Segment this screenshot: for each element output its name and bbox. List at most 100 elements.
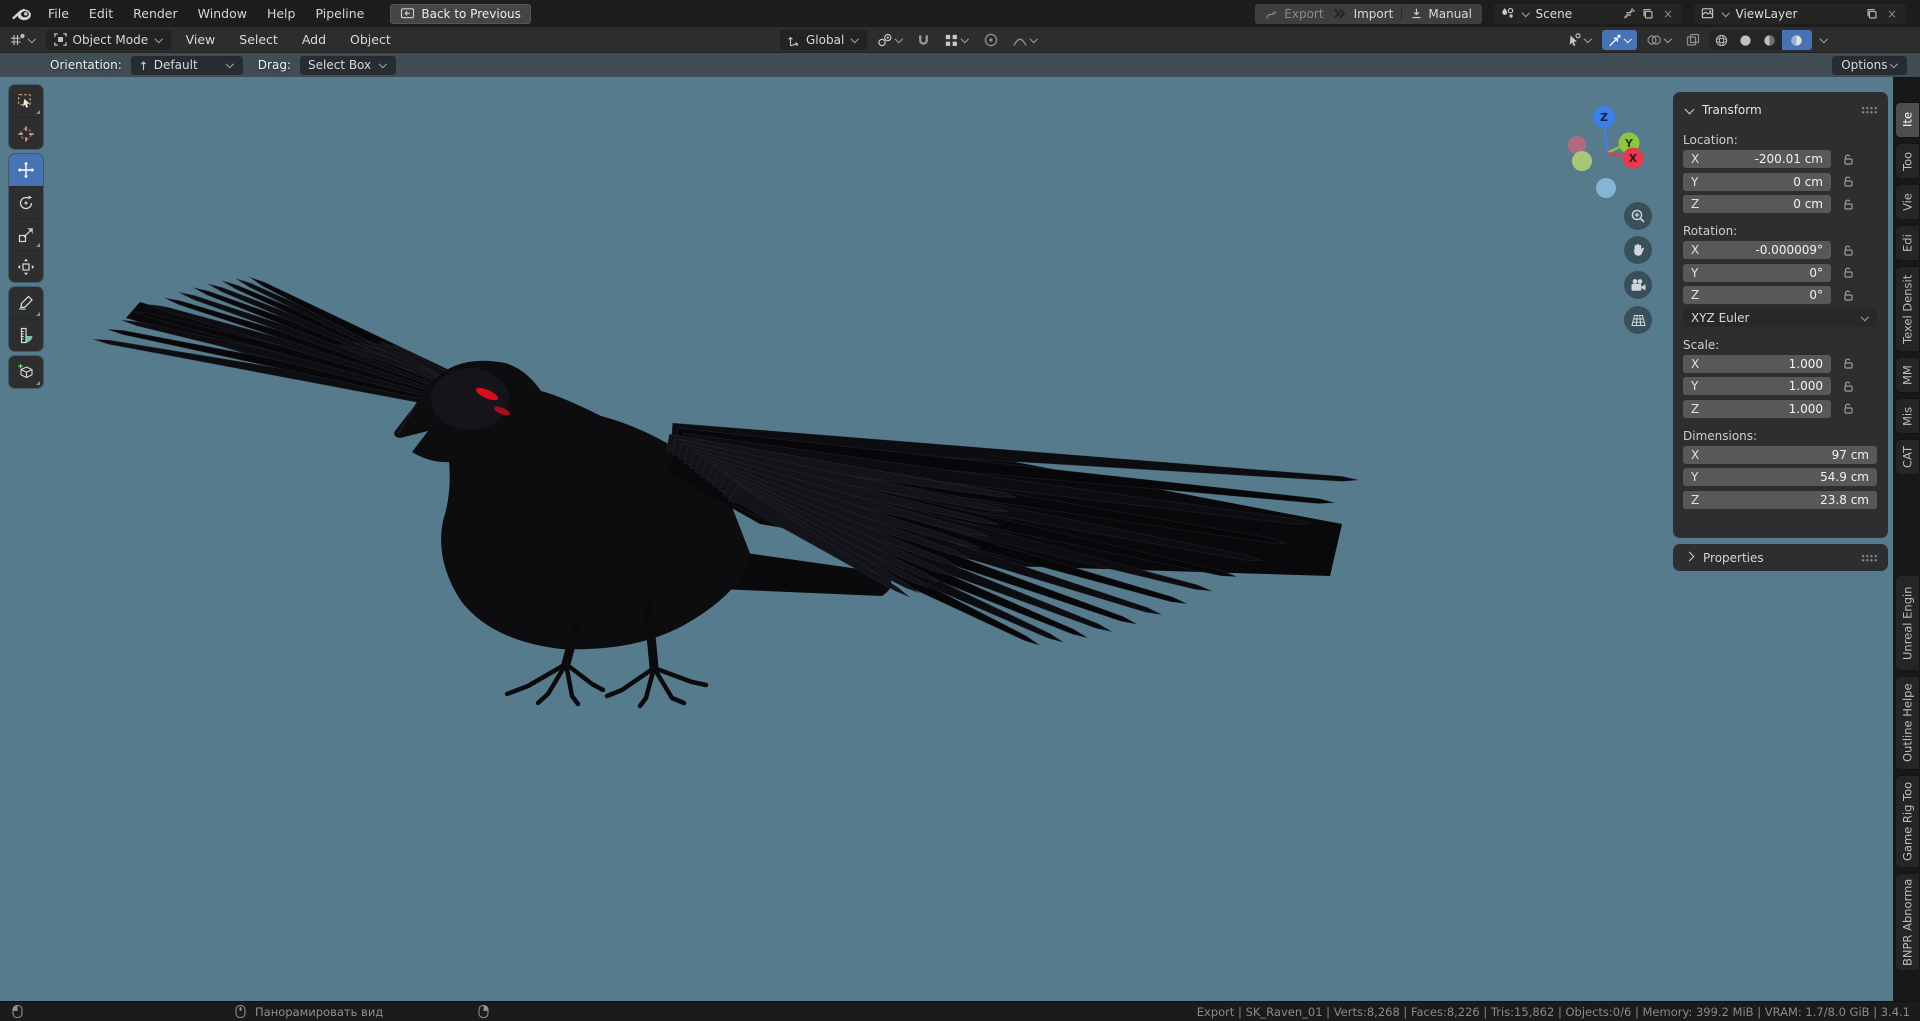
panel-title: Transform — [1702, 103, 1762, 117]
navigation-axis-gizmo[interactable]: Z Y X — [1560, 100, 1660, 210]
options-button[interactable]: Options — [1832, 55, 1907, 75]
drag-action-selector[interactable]: Select Box — [299, 55, 396, 75]
scene-name[interactable]: Scene — [1536, 7, 1579, 21]
pan-view-button[interactable] — [1624, 236, 1652, 264]
scale-z-field[interactable]: Z 1.000 — [1683, 399, 1831, 418]
rotation-mode-selector[interactable]: XYZ Euler — [1683, 308, 1877, 327]
menu-select[interactable]: Select — [230, 32, 287, 47]
proportional-editing-button[interactable] — [980, 30, 1002, 50]
tool-select-box[interactable] — [9, 85, 43, 117]
show-gizmo-button[interactable] — [1601, 30, 1637, 50]
lock-icon[interactable] — [1842, 244, 1855, 257]
menu-object[interactable]: Object — [341, 32, 400, 47]
rotation-x-field[interactable]: X -0.000009° — [1683, 241, 1831, 259]
scale-y-field[interactable]: Y 1.000 — [1683, 377, 1831, 395]
chevrons-right-icon — [1330, 8, 1346, 19]
remove-viewlayer-icon[interactable]: × — [1884, 7, 1900, 21]
drag-orientation-selector[interactable]: Default — [130, 55, 243, 75]
pivot-point-button[interactable] — [874, 30, 907, 50]
orientation-value-chevron-icon — [226, 60, 234, 68]
mode-selector[interactable]: Object Mode — [45, 29, 171, 50]
show-overlays-button[interactable] — [1643, 30, 1676, 50]
snap-settings-button[interactable] — [941, 30, 973, 50]
rotation-y-field[interactable]: Y 0° — [1683, 263, 1831, 282]
tool-transform[interactable] — [9, 250, 43, 282]
drag-grip-icon[interactable] — [1861, 553, 1878, 562]
menu-file[interactable]: File — [38, 0, 79, 27]
tab-misc[interactable]: Mis — [1895, 398, 1920, 434]
import-button[interactable]: Import — [1346, 4, 1402, 24]
shading-wireframe-button[interactable] — [1710, 30, 1734, 50]
properties-panel[interactable]: Properties — [1673, 544, 1888, 571]
tab-view[interactable]: Vie — [1895, 184, 1920, 220]
lock-icon[interactable] — [1842, 402, 1855, 415]
tab-texel-density[interactable]: Texel Densit — [1895, 266, 1920, 352]
lock-icon[interactable] — [1842, 380, 1855, 393]
lock-icon[interactable] — [1842, 198, 1855, 211]
dimensions-z-field[interactable]: Z 23.8 cm — [1683, 490, 1877, 509]
export-button[interactable]: Export — [1257, 4, 1331, 24]
tab-cat[interactable]: CAT — [1895, 439, 1920, 475]
location-z-field[interactable]: Z0 cm — [1683, 195, 1831, 213]
menu-add[interactable]: Add — [293, 32, 335, 47]
tab-unreal-engine[interactable]: Unreal Engin — [1895, 575, 1920, 671]
object-visibility-button[interactable] — [1563, 30, 1596, 50]
tab-tool[interactable]: Too — [1895, 143, 1920, 179]
lock-icon[interactable] — [1842, 175, 1855, 188]
lock-icon[interactable] — [1842, 357, 1855, 370]
location-y-field[interactable]: Y0 cm — [1683, 172, 1831, 191]
tool-rotate[interactable] — [9, 186, 43, 218]
pin-icon[interactable] — [1622, 7, 1636, 21]
shading-rendered-button[interactable] — [1781, 30, 1812, 50]
transform-orientation-selector[interactable]: Global — [780, 30, 867, 50]
lock-icon[interactable] — [1842, 266, 1855, 279]
axis-minus-z-ball[interactable] — [1596, 178, 1616, 198]
menu-window[interactable]: Window — [188, 0, 257, 27]
tool-cursor[interactable] — [9, 117, 43, 149]
tab-bnpr-abnormal[interactable]: BNPR Abnorma — [1895, 873, 1920, 971]
new-viewlayer-icon[interactable] — [1865, 7, 1879, 21]
viewlayer-selector[interactable]: ViewLayer × — [1694, 3, 1906, 24]
menu-help[interactable]: Help — [257, 0, 306, 27]
lock-icon[interactable] — [1842, 289, 1855, 302]
tab-outline-helper[interactable]: Outline Helpe — [1895, 676, 1920, 770]
tab-game-rig-tool[interactable]: Game Rig Too — [1895, 775, 1920, 868]
menu-view[interactable]: View — [177, 32, 225, 47]
perspective-toggle-button[interactable] — [1624, 306, 1652, 334]
blender-logo-icon[interactable] — [12, 6, 32, 22]
tool-add-cube[interactable] — [9, 356, 43, 388]
snap-toggle-button[interactable] — [913, 30, 934, 50]
transform-panel-header[interactable]: Transform — [1683, 98, 1878, 122]
unlink-scene-icon[interactable]: × — [1660, 7, 1676, 21]
drag-grip-icon[interactable] — [1861, 106, 1878, 114]
menu-render[interactable]: Render — [123, 0, 188, 27]
tab-edit[interactable]: Edi — [1895, 225, 1920, 261]
location-x-field[interactable]: X -200.01 cm — [1683, 150, 1831, 168]
zoom-view-button[interactable] — [1624, 202, 1652, 230]
lock-icon[interactable] — [1842, 153, 1855, 166]
manual-button[interactable]: Manual — [1402, 4, 1480, 24]
shading-solid-button[interactable] — [1734, 30, 1758, 50]
back-to-previous-button[interactable]: Back to Previous — [390, 3, 531, 24]
dimensions-y-field[interactable]: Y 54.9 cm — [1683, 468, 1877, 486]
camera-view-button[interactable] — [1624, 271, 1652, 299]
rotation-z-field[interactable]: Z 0° — [1683, 286, 1831, 304]
axis-minus-y-ball[interactable] — [1572, 151, 1592, 171]
dimensions-x-field[interactable]: X 97 cm — [1683, 445, 1877, 464]
viewlayer-name[interactable]: ViewLayer — [1736, 7, 1804, 21]
xray-toggle-button[interactable] — [1682, 30, 1704, 50]
scene-selector[interactable]: Scene × — [1494, 3, 1682, 24]
proportional-falloff-button[interactable] — [1009, 30, 1042, 50]
tool-move[interactable] — [9, 154, 43, 186]
tool-measure[interactable] — [9, 319, 43, 351]
new-scene-icon[interactable] — [1641, 7, 1655, 21]
editor-type-button[interactable] — [6, 30, 40, 50]
scale-x-field[interactable]: X 1.000 — [1683, 354, 1831, 373]
tab-mm[interactable]: MM — [1895, 357, 1920, 393]
menu-edit[interactable]: Edit — [79, 0, 123, 27]
menu-pipeline[interactable]: Pipeline — [305, 0, 374, 27]
shading-material-button[interactable] — [1758, 30, 1782, 50]
tool-scale[interactable] — [9, 218, 43, 250]
tab-item[interactable]: Ite — [1895, 102, 1920, 138]
tool-annotate[interactable] — [9, 287, 43, 319]
